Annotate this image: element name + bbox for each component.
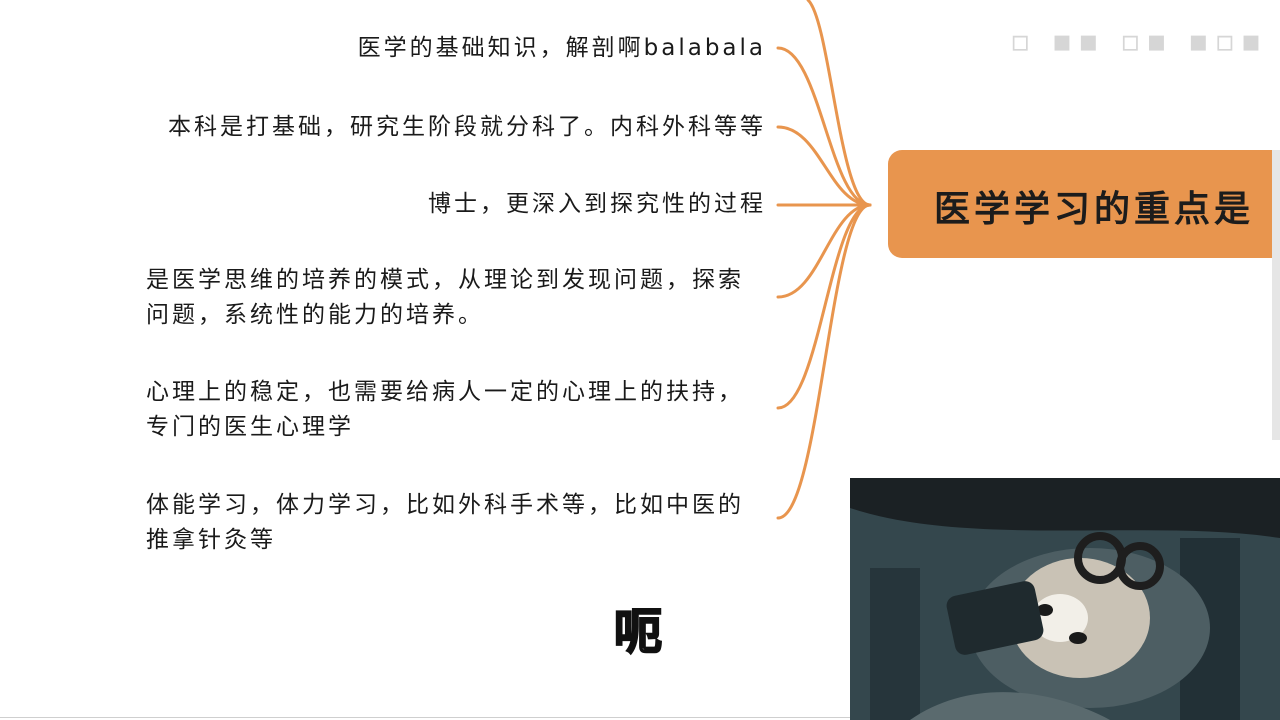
branch-basic-knowledge[interactable]: 医学的基础知识，解剖啊balabala (358, 31, 766, 66)
video-thumbnail-image (850, 478, 1280, 720)
video-subtitle: 呃 (613, 603, 663, 661)
central-topic-label: 医学学习的重点是 (934, 189, 1255, 230)
right-edge-panel (1272, 150, 1280, 440)
central-topic-node[interactable]: 医学学习的重点是 (888, 150, 1280, 258)
mindmap-canvas: ▫ ▪▪ ▫▪ ▪▫▪ 医学的基础知识，解剖啊balabala 本科是打基础，研… (0, 0, 1280, 720)
branch-medical-thinking[interactable]: 是医学思维的培养的模式，从理论到发现问题，探索问题，系统性的能力的培养。 (146, 263, 766, 333)
watermark-logo: ▫ ▪▪ ▫▪ ▪▫▪ (1010, 24, 1268, 59)
branch-undergrad[interactable]: 本科是打基础，研究生阶段就分科了。内科外科等等 (168, 110, 766, 145)
bottom-divider (0, 717, 850, 718)
connector-5 (776, 203, 872, 410)
connector-1 (776, 46, 872, 207)
branch-physical[interactable]: 体能学习，体力学习，比如外科手术等，比如中医的推拿针灸等 (146, 488, 766, 558)
red-panda-illustration (850, 478, 1280, 720)
branch-psychology[interactable]: 心理上的稳定，也需要给病人一定的心理上的扶持，专门的医生心理学 (146, 375, 766, 445)
branch-phd[interactable]: 博士，更深入到探究性的过程 (428, 187, 766, 222)
